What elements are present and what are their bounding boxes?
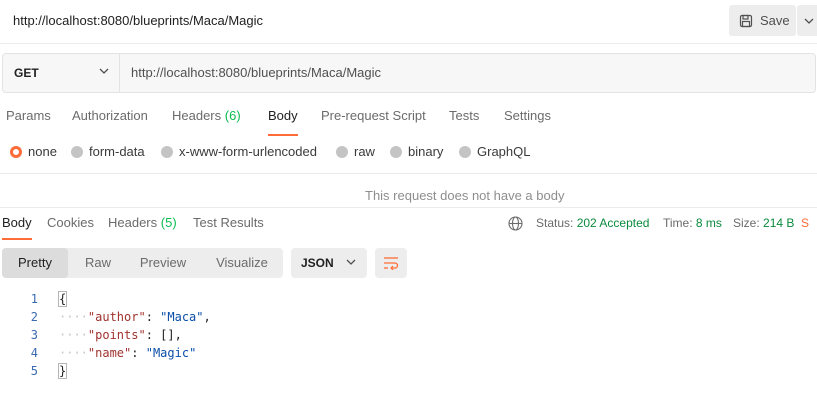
radio-label: binary (408, 144, 444, 159)
view-visualize-button[interactable]: Visualize (202, 248, 282, 278)
save-response-button[interactable]: S (801, 216, 809, 230)
radio-none[interactable]: none (10, 144, 57, 159)
wrap-lines-button[interactable] (375, 248, 407, 278)
tab-headers[interactable]: Headers (6) (172, 108, 241, 130)
code-line: 3 ····"points": [], (0, 326, 817, 344)
response-tab-headers[interactable]: Headers (5) (108, 215, 177, 230)
tab-settings[interactable]: Settings (504, 108, 551, 130)
chevron-down-icon (346, 259, 356, 265)
radio-raw[interactable]: raw (336, 144, 375, 159)
response-code-view[interactable]: 1 { 2 ····"author": "Maca", 3 ····"point… (0, 290, 817, 380)
radio-label: x-www-form-urlencoded (179, 144, 317, 159)
code-text: ····"points": [], (59, 328, 182, 342)
radio-label: form-data (89, 144, 145, 159)
code-text: } (57, 363, 68, 379)
tab-count: (5) (160, 215, 177, 230)
tab-label: Headers (108, 215, 158, 230)
save-icon (739, 14, 753, 27)
line-number: 5 (30, 364, 38, 378)
tab-count: (6) (224, 108, 241, 123)
radio-icon (336, 145, 348, 158)
tab-label: Params (6, 108, 51, 123)
line-number: 4 (30, 346, 38, 360)
view-preview-button[interactable]: Preview (128, 248, 198, 278)
format-select[interactable]: JSON (291, 248, 367, 278)
time-label: Time: (663, 216, 693, 230)
size-label: Size: (733, 216, 760, 230)
radio-form-data[interactable]: form-data (71, 144, 145, 159)
radio-icon (459, 145, 471, 158)
tab-pre-request-script[interactable]: Pre-request Script (321, 108, 426, 130)
line-number: 1 (30, 292, 38, 306)
radio-x-www-form-urlencoded[interactable]: x-www-form-urlencoded (161, 144, 317, 159)
divider (119, 54, 120, 92)
radio-label: GraphQL (477, 144, 531, 159)
request-header: http://localhost:8080/blueprints/Maca/Ma… (0, 0, 817, 42)
method-label: GET (14, 66, 39, 80)
radio-icon (161, 145, 173, 158)
url-bar: GET http://localhost:8080/blueprints/Mac… (2, 53, 816, 93)
code-text: ····"name": "Magic" (59, 346, 197, 360)
radio-icon (390, 145, 402, 158)
tab-label: Cookies (47, 215, 94, 230)
radio-label: raw (354, 144, 375, 159)
chevron-down-icon (99, 68, 109, 74)
format-label: JSON (301, 256, 334, 270)
status-info[interactable]: Status: 202 Accepted (536, 216, 649, 230)
method-select[interactable]: GET (3, 54, 119, 92)
size-info[interactable]: Size: 214 B (733, 216, 794, 230)
tab-label: Tests (449, 108, 480, 123)
divider (0, 173, 817, 174)
chevron-down-icon (804, 18, 814, 24)
tab-authorization[interactable]: Authorization (72, 108, 148, 130)
response-tab-body[interactable]: Body (2, 215, 32, 240)
tab-label: Body (2, 215, 32, 230)
line-number: 3 (30, 328, 38, 342)
radio-icon (71, 145, 83, 158)
tab-body[interactable]: Body (268, 108, 298, 136)
time-info[interactable]: Time: 8 ms (663, 216, 722, 230)
response-tab-cookies[interactable]: Cookies (47, 215, 94, 230)
code-line: 1 { (0, 290, 817, 308)
tab-label: Test Results (193, 215, 264, 230)
radio-selected-icon (10, 145, 22, 158)
status-label: Status: (536, 216, 574, 230)
save-label: Save (760, 13, 790, 28)
tab-label: Pre-request Script (321, 108, 426, 123)
no-body-message: This request does not have a body (365, 188, 565, 203)
globe-icon[interactable] (508, 216, 523, 231)
view-mode-toggle: Pretty Raw Preview Visualize (2, 248, 283, 278)
radio-graphql[interactable]: GraphQL (459, 144, 530, 159)
view-raw-button[interactable]: Raw (68, 248, 128, 278)
code-text: { (57, 291, 68, 307)
body-type-options: none form-data x-www-form-urlencoded raw… (0, 144, 817, 162)
tab-label: Body (268, 108, 298, 123)
wrap-lines-icon (384, 257, 399, 270)
response-tab-test-results[interactable]: Test Results (193, 215, 264, 230)
request-title[interactable]: http://localhost:8080/blueprints/Maca/Ma… (13, 13, 263, 28)
tab-label: Headers (172, 108, 222, 123)
code-text: ····"author": "Maca", (59, 310, 211, 324)
url-input[interactable]: http://localhost:8080/blueprints/Maca/Ma… (131, 65, 381, 80)
time-value: 8 ms (695, 216, 722, 230)
save-options-button[interactable] (797, 5, 817, 36)
radio-label: none (28, 144, 57, 159)
tab-params[interactable]: Params (6, 108, 51, 130)
tab-label: Authorization (72, 108, 148, 123)
view-pretty-button[interactable]: Pretty (2, 248, 68, 278)
request-tabs: Params Authorization Headers (6) Body Pr… (0, 108, 817, 136)
code-line: 4 ····"name": "Magic" (0, 344, 817, 362)
line-number: 2 (30, 310, 38, 324)
status-value: 202 Accepted (576, 216, 650, 230)
tab-tests[interactable]: Tests (449, 108, 479, 130)
tab-label: Settings (504, 108, 551, 123)
save-button[interactable]: Save (729, 5, 796, 36)
radio-binary[interactable]: binary (390, 144, 443, 159)
code-line: 2 ····"author": "Maca", (0, 308, 817, 326)
divider (0, 43, 817, 44)
size-value: 214 B (763, 216, 795, 230)
code-line: 5 } (0, 362, 817, 380)
response-divider[interactable] (0, 207, 817, 208)
